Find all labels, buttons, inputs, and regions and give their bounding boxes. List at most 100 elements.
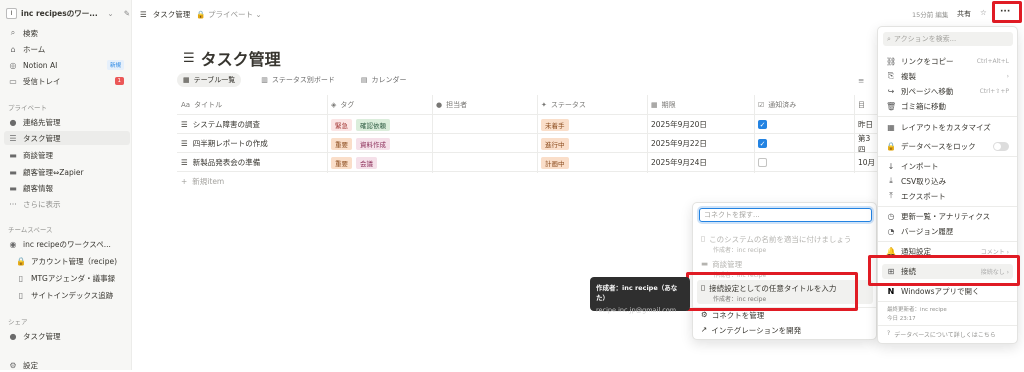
menu-item-version-history[interactable]: ◔ バージョン履歴 xyxy=(886,224,1009,238)
layout-icon: ▦ xyxy=(887,122,895,132)
row-title[interactable]: ☰ 新製品発表会の準備 xyxy=(177,153,327,172)
row-tags[interactable]: 緊急 確認依頼 xyxy=(327,115,432,134)
tooltip-line1: 作成者：inc recipe（あなた） xyxy=(596,284,678,302)
highlight-box-more xyxy=(992,1,1022,23)
lock-toggle[interactable] xyxy=(993,141,1009,151)
person-icon: ● xyxy=(9,331,17,341)
row-notified[interactable] xyxy=(754,153,854,172)
sidebar-item-account[interactable]: 🔒 アカウント管理（recipe) xyxy=(16,254,138,268)
sidebar-item-label: ホーム xyxy=(23,44,46,54)
menu-item-csv[interactable]: ⤓ CSV取り込み xyxy=(886,174,1009,188)
menu-item-import[interactable]: ↓ インポート xyxy=(886,159,1009,173)
sidebar-item-customer-info[interactable]: ▬ 顧客情報 xyxy=(8,181,130,195)
menu-item-label: エクスポート xyxy=(901,191,946,201)
menu-item-lock-db[interactable]: 🔒 データベースをロック xyxy=(886,139,1009,153)
checkbox-unchecked[interactable] xyxy=(758,158,767,167)
person-icon: ● xyxy=(436,100,443,109)
chevron-down-icon[interactable]: ⌄ xyxy=(107,9,113,18)
sidebar-item-label: 受信トレイ xyxy=(23,76,61,86)
sidebar-item-tasks[interactable]: ☰ タスク管理 xyxy=(4,131,130,145)
sidebar-item-site-index[interactable]: ▯ サイトインデックス追跡 xyxy=(16,288,138,302)
breadcrumb: ☰ タスク管理 🔒 プライベート ⌄ xyxy=(140,9,262,20)
menu-item-copy-link[interactable]: ⛓ リンクをコピー Ctrl+Alt+L xyxy=(886,54,1009,68)
table-row[interactable]: ☰ 新製品発表会の準備 重要 会議 計画中 2025年9月24日 10月 xyxy=(177,152,877,171)
menu-item-label: バージョン履歴 xyxy=(901,226,954,236)
checklist-icon: ☰ xyxy=(9,133,17,143)
row-tags[interactable]: 重要 資料作成 xyxy=(327,134,432,153)
col-due[interactable]: ▦ 期限 xyxy=(647,95,754,114)
status-badge: 進行中 xyxy=(541,137,569,150)
tab-calendar[interactable]: ▤ カレンダー xyxy=(355,73,413,87)
sidebar-item-shared-tasks[interactable]: ● タスク管理 xyxy=(8,329,130,343)
table-row[interactable]: ☰ 四半期レポートの作成 重要 資料作成 進行中 2025年9月22日 ✓ 第3四 xyxy=(177,133,877,154)
row-notified[interactable]: ✓ xyxy=(754,115,854,134)
develop-integration[interactable]: ↗ インテグレーションを開発 xyxy=(701,325,801,336)
learn-more-link[interactable]: ? データベースについて詳しくはこちら xyxy=(887,330,996,339)
row-title[interactable]: ☰ 四半期レポートの作成 xyxy=(177,134,327,153)
menu-item-duplicate[interactable]: ⎘ 複製 › xyxy=(886,69,1009,83)
menu-separator xyxy=(878,116,1017,117)
menu-item-export[interactable]: ⤒ エクスポート xyxy=(886,189,1009,203)
action-search-input[interactable]: ⌕ アクションを検索... xyxy=(883,32,1013,46)
new-item-row[interactable]: + 新規item xyxy=(177,171,877,190)
menu-item-analytics[interactable]: ◷ 更新一覧・アナリティクス xyxy=(886,209,1009,223)
filter-icon[interactable]: ≡ xyxy=(858,76,864,85)
tab-board[interactable]: ▥ ステータス別ボード xyxy=(255,73,341,87)
sidebar-item-team-workspace[interactable]: ◉ inc recipeのワークスペ... xyxy=(8,237,130,251)
menu-item-open-windows[interactable]: N Windowsアプリで開く xyxy=(886,284,1009,298)
workspace-switcher[interactable]: I inc recipesのワー... ⌄ ✎ xyxy=(6,6,130,20)
row-due[interactable]: 2025年9月20日 xyxy=(647,115,754,134)
menu-item-trash[interactable]: 🗑 ゴミ箱に移動 xyxy=(886,99,1009,113)
menu-item-move[interactable]: ↪ 別ページへ移動 Ctrl+⇧+P xyxy=(886,84,1009,98)
row-due[interactable]: 2025年9月22日 xyxy=(647,134,754,153)
connect-item[interactable]: ▯ このシステムの名前を適当に付けましょう 作成者：inc recipe xyxy=(701,234,871,254)
sidebar-item-inbox[interactable]: ▭ 受信トレイ 1 xyxy=(8,74,130,88)
col-notified[interactable]: ☑ 通知済み xyxy=(754,95,854,114)
new-page-icon[interactable]: ✎ xyxy=(124,9,130,18)
tab-label: カレンダー xyxy=(371,76,407,84)
sidebar-item-search[interactable]: ⌕ 検索 xyxy=(8,26,130,40)
sidebar-item-customers-zapier[interactable]: ▬ 顧客管理⇔Zapier xyxy=(8,165,130,179)
sidebar-item-label: さらに表示 xyxy=(23,199,61,209)
sidebar-show-more[interactable]: ··· さらに表示 xyxy=(8,197,130,211)
new-item-button[interactable]: + 新規item xyxy=(177,172,327,191)
menu-item-label: データベースをロック xyxy=(901,141,976,151)
sidebar-item-home[interactable]: ⌂ ホーム xyxy=(8,42,130,56)
row-status[interactable]: 未着手 xyxy=(537,115,647,134)
col-assignee[interactable]: ● 担当者 xyxy=(432,95,537,114)
share-button[interactable]: 共有 xyxy=(957,9,971,19)
tab-table[interactable]: ▦ テーブル一覧 xyxy=(177,73,242,87)
sidebar-item-label: Notion AI xyxy=(23,60,58,70)
sidebar-item-notion-ai[interactable]: ◎ Notion AI 新規 xyxy=(8,58,130,72)
tag-badge: 資料作成 xyxy=(356,137,390,150)
sidebar-item-contacts[interactable]: ● 連絡先管理 xyxy=(8,115,130,129)
checklist-icon: ☰ xyxy=(183,50,195,66)
connect-search-input[interactable]: コネクトを探す... xyxy=(699,208,872,222)
page-title: ☰ タスク管理 xyxy=(183,46,281,70)
checklist-icon: ☰ xyxy=(181,158,188,167)
workspace-name: inc recipesのワー... xyxy=(21,8,98,18)
table-row[interactable]: ☰ システム障害の調査 緊急 確認依頼 未着手 2025年9月20日 ✓ 昨日 xyxy=(177,114,877,133)
col-tags[interactable]: ◈ タグ xyxy=(327,95,432,114)
col-extra[interactable]: 目 xyxy=(854,95,877,114)
row-notified[interactable]: ✓ xyxy=(754,134,854,153)
sidebar-item-label: 検索 xyxy=(23,28,38,38)
sidebar-item-deals[interactable]: ▬ 商談管理 xyxy=(8,148,130,162)
checkbox-checked[interactable]: ✓ xyxy=(758,120,767,129)
row-tags[interactable]: 重要 会議 xyxy=(327,153,432,172)
menu-item-customize-layout[interactable]: ▦ レイアウトをカスタマイズ xyxy=(886,120,1009,134)
breadcrumb-page[interactable]: タスク管理 xyxy=(153,9,191,20)
connect-item-sub: 作成者：inc recipe xyxy=(713,247,767,254)
row-title[interactable]: ☰ システム障害の調査 xyxy=(177,115,327,134)
sidebar-item-mtg[interactable]: ▯ MTGアジェンダ・議事録 xyxy=(16,271,138,285)
col-label: タイトル xyxy=(194,100,223,109)
row-status[interactable]: 計画中 xyxy=(537,153,647,172)
row-status[interactable]: 進行中 xyxy=(537,134,647,153)
manage-connections[interactable]: ⚙ コネクトを管理 xyxy=(701,310,764,321)
star-icon[interactable]: ☆ xyxy=(980,8,987,17)
row-due[interactable]: 2025年9月24日 xyxy=(647,153,754,172)
col-title[interactable]: Aa タイトル xyxy=(177,95,327,114)
privacy-indicator[interactable]: 🔒 プライベート ⌄ xyxy=(196,9,261,20)
checkbox-checked[interactable]: ✓ xyxy=(758,139,767,148)
col-status[interactable]: ✦ ステータス xyxy=(537,95,647,114)
